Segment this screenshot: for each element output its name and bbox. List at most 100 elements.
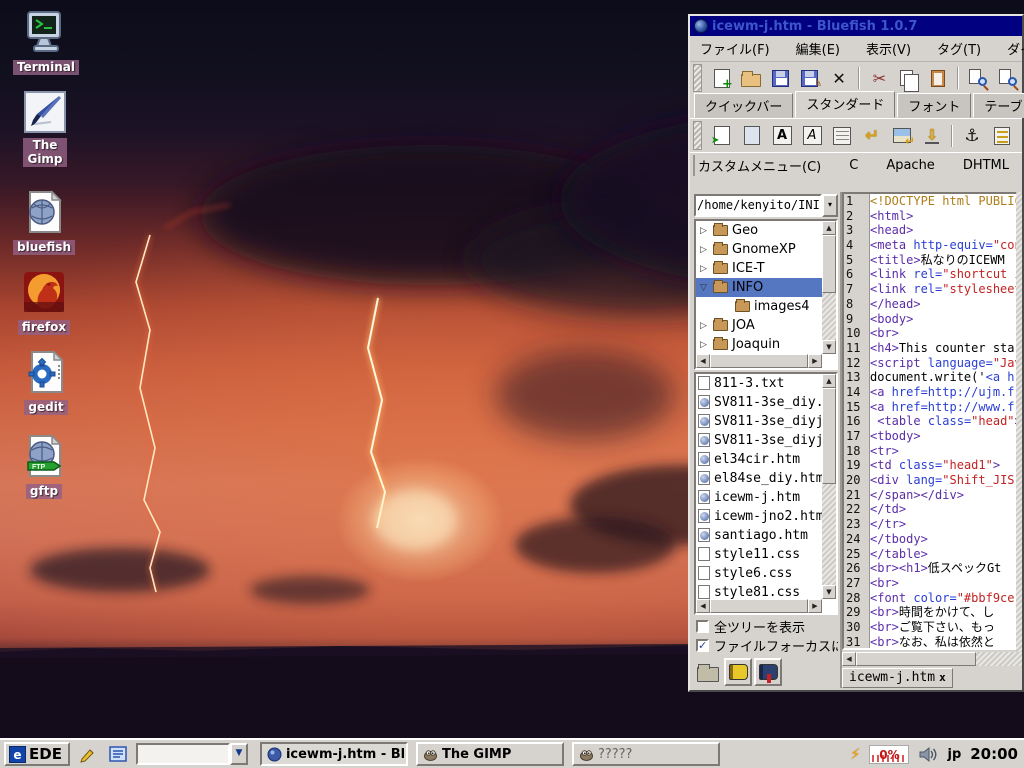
power-icon[interactable]: ⚡ [850, 745, 861, 763]
tree-item-Geo[interactable]: ▷Geo [696, 221, 822, 240]
file-item-SV811-3se_diy.ht[interactable]: SV811-3se_diy.ht [696, 393, 822, 412]
ede-menu-button[interactable]: e EDE [4, 742, 70, 766]
toolbar-tab-1[interactable]: スタンダード [795, 91, 895, 118]
tree-horizontal-scrollbar[interactable]: ◀▶ [696, 354, 822, 368]
task-button-1[interactable]: The GIMP [416, 742, 564, 766]
toolbar-tab-0[interactable]: クイックバー [694, 93, 793, 118]
tree-item-INFO[interactable]: ▽INFO [696, 278, 822, 297]
menu-2[interactable]: 表示(V) [866, 39, 911, 58]
file-item-style81.css[interactable]: style81.css [696, 583, 822, 599]
quickstart-button[interactable]: ➤ [709, 123, 735, 149]
toolbar-tab-3[interactable]: テーブ [973, 93, 1024, 118]
directory-path[interactable]: /home/kenyito/INI [694, 194, 822, 217]
nbsp-button[interactable]: ⇩ [919, 123, 945, 149]
checked-checkbox[interactable]: ✓ [696, 639, 709, 652]
tree-item-JOA[interactable]: ▷JOA [696, 316, 822, 335]
tree-item-Joaquin[interactable]: ▷Joaquin [696, 335, 822, 354]
new-file-button[interactable]: + [710, 66, 734, 90]
paste-button[interactable] [926, 66, 950, 90]
break-clear-button[interactable] [889, 123, 915, 149]
editor-horizontal-scrollbar[interactable]: ◀ [842, 652, 1022, 666]
desktop-icon-terminal[interactable]: Terminal [10, 8, 82, 75]
display-settings-button[interactable] [106, 742, 130, 766]
expand-icon[interactable]: ▷ [700, 245, 713, 255]
cut-button[interactable]: ✂ [867, 66, 891, 90]
filelist-vertical-scrollbar[interactable]: ▲ ▼ [822, 374, 836, 599]
file-item-SV811-3se_diyjp.[interactable]: SV811-3se_diyjp. [696, 431, 822, 450]
code-text[interactable]: <!DOCTYPE html PUBLIC<html><head><meta h… [870, 194, 1020, 648]
tree-item-images4[interactable]: images4 [696, 297, 822, 316]
file-item-icewm-jno2.htm[interactable]: icewm-jno2.htm [696, 507, 822, 526]
save-button[interactable] [768, 66, 792, 90]
menu-3[interactable]: タグ(T) [937, 39, 981, 58]
expand-icon[interactable]: ▷ [700, 321, 713, 331]
tab-reference-1[interactable] [724, 658, 752, 686]
combo-dropdown-button[interactable]: ▾ [822, 194, 838, 217]
tab-file-browser[interactable] [694, 658, 722, 686]
combo-arrow-icon[interactable]: ▼ [230, 743, 248, 765]
tab-reference-2[interactable] [754, 658, 782, 686]
editor-vertical-scrollbar[interactable] [1016, 192, 1022, 652]
desktop-icon-bluefish[interactable]: bluefish [8, 188, 80, 255]
filelist-horizontal-scrollbar[interactable]: ◀▶ [696, 599, 822, 613]
directory-combo[interactable]: /home/kenyito/INI ▾ [694, 194, 838, 217]
break-button[interactable]: ↵ [859, 123, 885, 149]
body-button[interactable] [739, 123, 765, 149]
expand-icon[interactable]: ▷ [700, 264, 713, 274]
desktop-icon-gftp[interactable]: FTP gftp [8, 432, 80, 499]
file-item-santiago.htm[interactable]: santiago.htm [696, 526, 822, 545]
file-item-811-3.txt[interactable]: 811-3.txt [696, 374, 822, 393]
menu-1[interactable]: 編集(E) [796, 39, 840, 58]
toolbar-drag-handle[interactable] [693, 155, 695, 176]
toolbar-drag-handle[interactable] [693, 64, 702, 92]
file-item-el84se_diy.htm[interactable]: el84se_diy.htm [696, 469, 822, 488]
clock[interactable]: 20:00 [970, 745, 1018, 763]
collapse-icon[interactable]: ▽ [700, 283, 713, 293]
menu-4[interactable]: ダイア [1007, 39, 1024, 58]
volume-icon[interactable] [918, 746, 938, 763]
tree-vertical-scrollbar[interactable]: ▲ ▼ [822, 221, 836, 354]
task-button-2[interactable]: ????? [572, 742, 720, 766]
menu-0[interactable]: ファイル(F) [700, 39, 770, 58]
list-button[interactable] [989, 123, 1015, 149]
keyboard-layout-indicator[interactable]: jp [947, 747, 961, 762]
anchor-button[interactable]: ⚓ [959, 123, 985, 149]
combo-value[interactable] [136, 743, 230, 765]
toolbar-tab-2[interactable]: フォント [897, 93, 971, 118]
paragraph-button[interactable] [829, 123, 855, 149]
file-item-icewm-j.htm[interactable]: icewm-j.htm [696, 488, 822, 507]
workspace-combo[interactable]: ▼ [136, 743, 248, 765]
notes-launcher-button[interactable] [76, 742, 100, 766]
cpu-monitor[interactable]: 0% [869, 745, 909, 764]
expand-icon[interactable]: ▷ [700, 226, 713, 236]
desktop-icon-gimp[interactable]: The Gimp [9, 88, 81, 167]
file-item-SV811-3se_diyjp-[interactable]: SV811-3se_diyjp- [696, 412, 822, 431]
close-doc-button[interactable]: ✕ [827, 66, 851, 90]
custom-menu-item-1[interactable]: Apache [886, 158, 935, 173]
window-titlebar[interactable]: icewm-j.htm - Bluefish 1.0.7 [690, 16, 1022, 36]
custom-menu-label[interactable]: カスタムメニュー(C) [698, 156, 821, 175]
code-view[interactable]: 1234567891011121314151617181920212223242… [842, 192, 1022, 650]
document-tab[interactable]: icewm-j.htmx [842, 668, 953, 688]
unchecked-checkbox[interactable] [696, 620, 709, 633]
desktop-icon-firefox[interactable]: firefox [8, 268, 80, 335]
toolbar-drag-handle[interactable] [693, 121, 702, 150]
tab-close-icon[interactable]: x [939, 671, 946, 684]
find-replace-button[interactable] [996, 66, 1020, 90]
desktop-icon-gedit[interactable]: gedit [10, 348, 82, 415]
file-item-style11.css[interactable]: style11.css [696, 545, 822, 564]
italic-button[interactable]: A [799, 123, 825, 149]
file-item-el34cir.htm[interactable]: el34cir.htm [696, 450, 822, 469]
bold-button[interactable]: A [769, 123, 795, 149]
task-button-0[interactable]: icewm-j.htm - Bluefi: [260, 742, 408, 766]
find-button[interactable] [966, 66, 990, 90]
tree-item-GnomeXP[interactable]: ▷GnomeXP [696, 240, 822, 259]
custom-menu-item-2[interactable]: DHTML [963, 158, 1009, 173]
tree-item-ICE-T[interactable]: ▷ICE-T [696, 259, 822, 278]
copy-button[interactable] [897, 66, 921, 90]
file-item-style6.css[interactable]: style6.css [696, 564, 822, 583]
custom-menu-item-0[interactable]: C [849, 158, 858, 173]
save-as-button[interactable]: ✎ [798, 66, 822, 90]
expand-icon[interactable]: ▷ [700, 340, 713, 350]
open-file-button[interactable] [739, 66, 763, 90]
